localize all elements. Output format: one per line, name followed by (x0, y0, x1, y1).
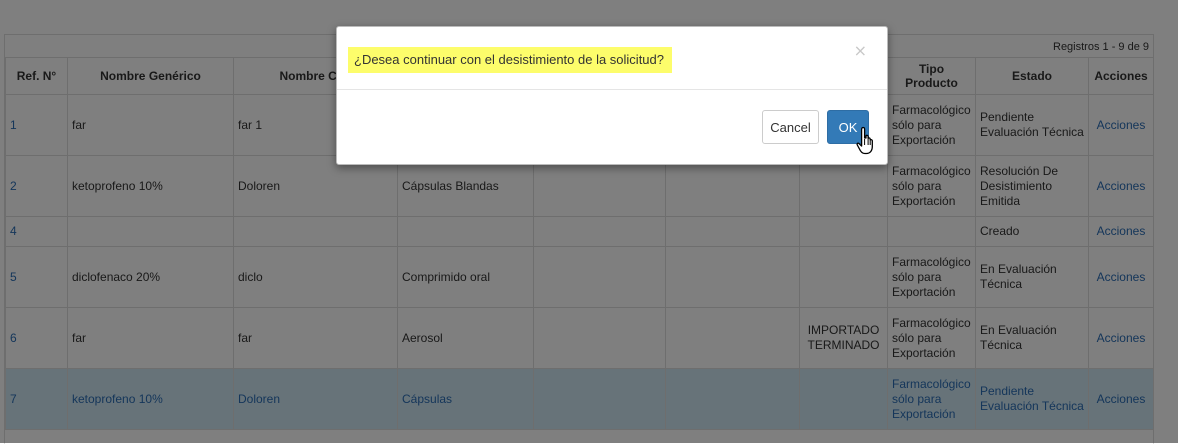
close-icon[interactable]: × (854, 41, 867, 60)
cancel-button[interactable]: Cancel (762, 110, 819, 144)
confirm-dialog: ¿Desea continuar con el desistimiento de… (336, 26, 888, 165)
page: Registros 1 - 9 de 9 Ref. N° Nombre Gené… (0, 0, 1178, 444)
dialog-title: ¿Desea continuar con el desistimiento de… (348, 47, 673, 73)
hand-pointer-icon (856, 126, 873, 155)
dialog-header: ¿Desea continuar con el desistimiento de… (337, 27, 887, 90)
